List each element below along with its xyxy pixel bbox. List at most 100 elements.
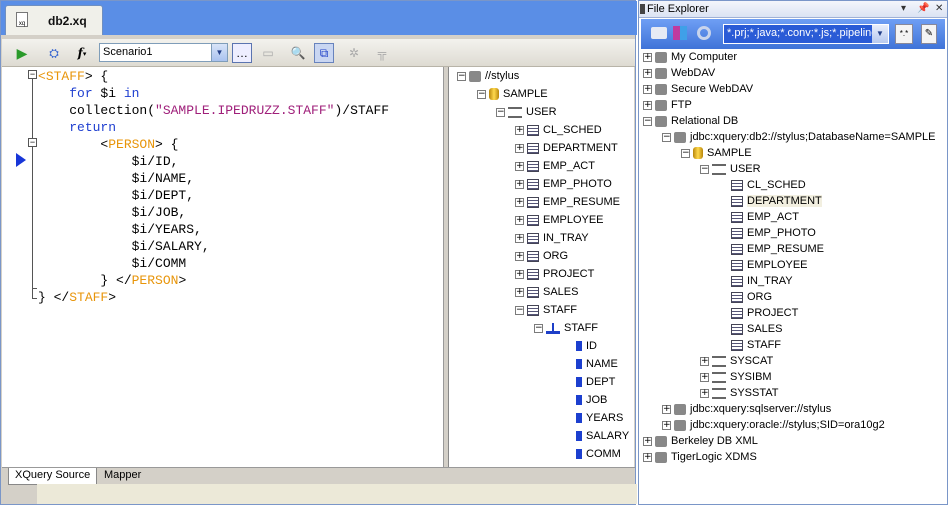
file-explorer-item[interactable]: STAFF (719, 337, 781, 353)
file-explorer-item[interactable]: DEPARTMENT (719, 193, 822, 209)
file-explorer-item[interactable]: EMP_ACT (719, 209, 799, 225)
expand-icon[interactable]: + (515, 143, 524, 153)
preview-icon[interactable]: 🔍 (288, 43, 308, 63)
file-explorer-item[interactable]: + Berkeley DB XML (643, 433, 758, 449)
filter-edit-icon[interactable]: ✎ (921, 24, 937, 44)
file-explorer-item[interactable]: EMPLOYEE (719, 257, 808, 273)
file-explorer-item[interactable]: + SYSSTAT (700, 385, 779, 401)
expand-icon[interactable]: + (700, 372, 709, 382)
chevron-down-icon[interactable]: ▼ (211, 44, 227, 61)
schema-tree-table[interactable]: + ORG (515, 248, 568, 264)
file-explorer-item[interactable]: IN_TRAY (719, 273, 793, 289)
schema-tree-schema[interactable]: − USER (496, 104, 557, 120)
debug-icon[interactable]: ⛭ (44, 43, 64, 63)
schema-tree-table[interactable]: + EMPLOYEE (515, 212, 604, 228)
file-explorer-item[interactable]: ORG (719, 289, 772, 305)
file-explorer-item[interactable]: − Relational DB (643, 113, 738, 129)
expand-icon[interactable]: + (515, 179, 524, 189)
schema-tree-root[interactable]: − //stylus (457, 68, 519, 84)
chevron-down-icon[interactable]: ▼ (872, 25, 888, 43)
file-explorer-item[interactable]: SALES (719, 321, 782, 337)
file-explorer-item[interactable]: − jdbc:xquery:db2://stylus;DatabaseName=S… (662, 129, 936, 145)
schema-tree-table[interactable]: + SALES (515, 284, 578, 300)
file-explorer-item[interactable]: + TigerLogic XDMS (643, 449, 757, 465)
schema-tree-field[interactable]: ID (564, 338, 597, 354)
schema-tree-field[interactable]: YEARS (564, 410, 623, 426)
expand-icon[interactable]: + (515, 269, 524, 279)
tab-xquery-source[interactable]: XQuery Source (8, 468, 98, 485)
file-explorer-item[interactable]: + jdbc:xquery:oracle://stylus;SID=ora10g2 (662, 417, 885, 433)
schema-tree-table[interactable]: + DEPARTMENT (515, 140, 618, 156)
expand-icon[interactable]: + (515, 215, 524, 225)
collapse-icon[interactable]: − (681, 148, 690, 158)
expand-icon[interactable]: + (643, 436, 652, 446)
file-explorer-item[interactable]: EMP_PHOTO (719, 225, 816, 241)
expand-icon[interactable]: + (515, 287, 524, 297)
expand-icon[interactable]: + (515, 161, 524, 171)
schema-tree-table[interactable]: + IN_TRAY (515, 230, 589, 246)
schema-tree-db[interactable]: − SAMPLE (477, 86, 548, 102)
expand-icon[interactable]: + (643, 68, 652, 78)
schema-tree-field[interactable]: SALARY (564, 428, 629, 444)
file-explorer-item[interactable]: + Secure WebDAV (643, 81, 753, 97)
expand-icon[interactable]: + (643, 452, 652, 462)
schema-tree-table[interactable]: + CL_SCHED (515, 122, 602, 138)
scenario-select[interactable]: Scenario1 ▼ (99, 43, 228, 62)
file-explorer-tree[interactable]: + My Computer + WebDAV + Secure WebDAV + FTP − Re… (641, 49, 947, 504)
tab-mapper[interactable]: Mapper (98, 468, 147, 485)
expand-icon[interactable]: + (643, 100, 652, 110)
schema-tree-field[interactable]: NAME (564, 356, 618, 372)
xquery-code-editor[interactable]: − − <STAFF> { for $i in collection("SAMP… (2, 67, 444, 467)
file-explorer-item[interactable]: + My Computer (643, 49, 737, 65)
close-icon[interactable]: ✕ (935, 3, 943, 14)
expand-icon[interactable]: + (662, 404, 671, 414)
collapse-icon[interactable]: − (477, 89, 486, 99)
scenario-props-icon[interactable]: … (232, 43, 252, 63)
expand-icon[interactable]: + (700, 388, 709, 398)
collapse-icon[interactable]: − (643, 116, 652, 126)
file-explorer-item[interactable]: + FTP (643, 97, 692, 113)
schema-tree-field[interactable]: COMM (564, 446, 621, 462)
schema-tree-table[interactable]: + EMP_ACT (515, 158, 595, 174)
schema-tree-structure[interactable]: − STAFF (534, 320, 598, 336)
collapse-icon[interactable]: − (496, 107, 505, 117)
collapse-icon[interactable]: − (534, 323, 543, 333)
file-explorer-item[interactable]: + SYSCAT (700, 353, 773, 369)
expand-icon[interactable]: + (662, 420, 671, 430)
schema-tree-table[interactable]: + EMP_PHOTO (515, 176, 612, 192)
file-explorer-item[interactable]: PROJECT (719, 305, 798, 321)
file-explorer-item[interactable]: − USER (700, 161, 761, 177)
expand-icon[interactable]: + (515, 125, 524, 135)
expand-icon[interactable]: + (643, 84, 652, 94)
panel-menu-icon[interactable]: ▾ (901, 3, 906, 14)
collapse-icon[interactable]: − (515, 305, 524, 315)
file-explorer-item[interactable]: + WebDAV (643, 65, 715, 81)
new-folder-icon[interactable] (651, 27, 667, 39)
expand-icon[interactable]: + (515, 197, 524, 207)
file-explorer-item[interactable]: + jdbc:xquery:sqlserver://stylus (662, 401, 831, 417)
file-filter-select[interactable]: *.prj;*.java;*.conv;*.js;*.pipeline ▼ (723, 24, 889, 44)
schema-tree-field[interactable]: DEPT (564, 374, 615, 390)
schema-tree-table[interactable]: + PROJECT (515, 266, 594, 282)
horizontal-scrollbar[interactable] (37, 484, 637, 504)
expand-icon[interactable]: + (700, 356, 709, 366)
run-icon[interactable]: ▶ (12, 43, 32, 63)
file-explorer-item[interactable]: EMP_RESUME (719, 241, 824, 257)
file-explorer-item[interactable]: − SAMPLE (681, 145, 752, 161)
collapse-icon[interactable]: − (457, 71, 466, 81)
filter-apply-icon[interactable]: *.* (895, 24, 913, 44)
expand-icon[interactable]: + (515, 233, 524, 243)
function-icon[interactable]: f ▾ (72, 43, 92, 63)
expand-icon[interactable]: + (643, 52, 652, 62)
collapse-icon[interactable]: − (700, 164, 709, 174)
tree-view-icon[interactable]: ⧉ (314, 43, 334, 63)
schema-tree-field[interactable]: JOB (564, 392, 607, 408)
add-items-icon[interactable] (673, 26, 687, 40)
expand-icon[interactable]: + (515, 251, 524, 261)
collapse-icon[interactable]: − (662, 132, 671, 142)
schema-tree-panel[interactable]: −//stylus − SAMPLE − USER + CL_SCHED + DEPARTMEN… (448, 67, 634, 467)
schema-tree-table[interactable]: − STAFF (515, 302, 577, 318)
refresh-icon[interactable] (697, 26, 711, 40)
file-explorer-item[interactable]: + SYSIBM (700, 369, 772, 385)
pin-icon[interactable]: 📌 (917, 3, 929, 14)
